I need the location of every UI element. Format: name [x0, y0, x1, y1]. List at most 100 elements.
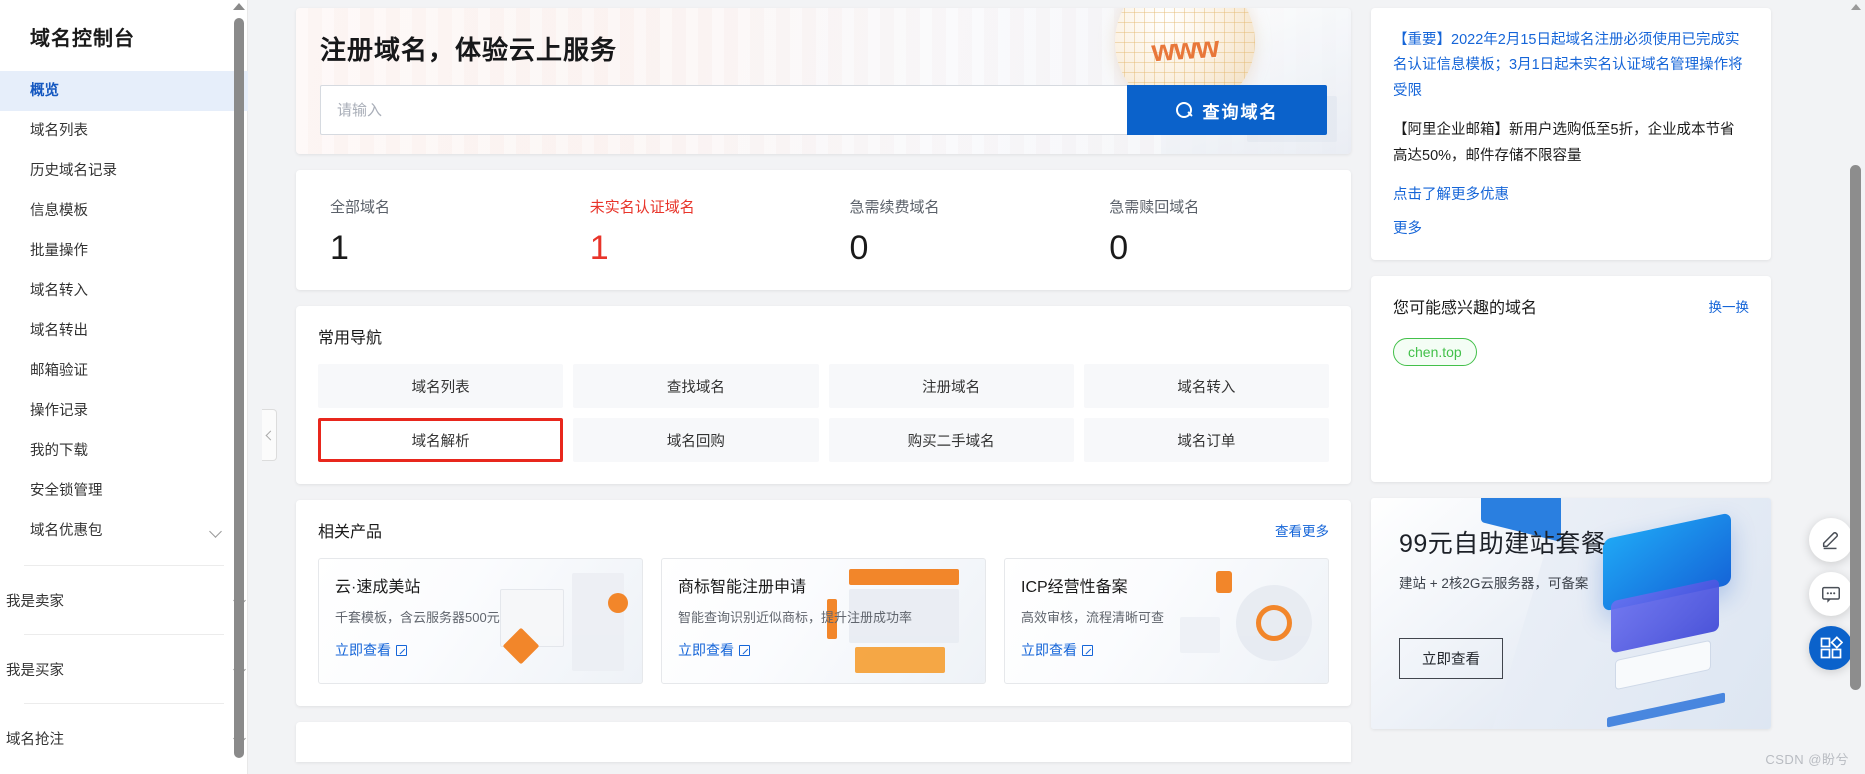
product-view-link[interactable]: 立即查看	[1021, 640, 1093, 660]
sidebar-item-label: 域名优惠包	[30, 523, 103, 539]
product-view-link-label: 立即查看	[1021, 642, 1077, 658]
common-navigation-card: 常用导航 域名列表 查找域名 注册域名 域名转入 域名解析 域名回购 购买二手域…	[296, 306, 1351, 484]
sidebar-divider	[24, 634, 224, 635]
sidebar-scroll-content: 域名控制台 概览 域名列表 历史域名记录 信息模板 批量操作 域名转入 域名转出	[0, 0, 248, 774]
related-products-grid: 云·速成美站 千套模板，含云服务器500元 立即查看 商标智能注册申请 智能查询…	[318, 558, 1329, 684]
sidebar-collapse-handle[interactable]	[262, 409, 277, 461]
chevron-down-icon	[210, 524, 224, 538]
sidebar-item-discount-package[interactable]: 域名优惠包	[0, 511, 248, 551]
stat-renewal-needed[interactable]: 急需续费域名 0	[824, 196, 1084, 265]
promo-view-button[interactable]: 立即查看	[1399, 637, 1503, 679]
nav-cell-label: 域名解析	[411, 433, 470, 450]
learn-more-discounts-link[interactable]: 点击了解更多优惠	[1393, 183, 1749, 204]
sidebar-item-label: 批量操作	[30, 243, 88, 259]
refresh-suggestions-link[interactable]: 换一换	[1709, 296, 1750, 316]
stat-unverified-domains[interactable]: 未实名认证域名 1	[564, 196, 824, 265]
scroll-up-arrow-icon[interactable]	[233, 3, 245, 10]
feedback-button[interactable]	[1809, 518, 1853, 562]
nav-transfer-in[interactable]: 域名转入	[1083, 364, 1329, 408]
product-subtitle: 高效审核，流程清晰可查	[1021, 610, 1165, 625]
suggested-domain-chip[interactable]: chen.top	[1393, 337, 1477, 366]
external-link-icon	[396, 644, 407, 656]
nav-domain-list[interactable]: 域名列表	[318, 364, 564, 408]
stat-redemption-needed[interactable]: 急需赎回域名 0	[1083, 196, 1343, 265]
common-navigation-title: 常用导航	[318, 324, 1329, 348]
sidebar-item-transfer-in[interactable]: 域名转入	[0, 271, 248, 311]
main-scrollbar-thumb[interactable]	[1850, 165, 1861, 690]
nav-domain-buyback[interactable]: 域名回购	[573, 418, 819, 462]
product-card-icp-filing[interactable]: ICP经营性备案 高效审核，流程清晰可查 立即查看	[1004, 558, 1329, 684]
stat-label: 急需赎回域名	[1109, 198, 1200, 216]
product-subtitle: 千套模板，含云服务器500元	[335, 610, 500, 625]
sidebar-item-label: 邮箱验证	[30, 363, 88, 379]
sidebar-group-buyer[interactable]: 我是买家	[0, 649, 248, 689]
product-title: 云·速成美站	[335, 579, 421, 596]
panel-title-text: 相关产品	[318, 524, 383, 541]
search-icon	[1175, 101, 1193, 119]
nav-find-domain[interactable]: 查找域名	[573, 364, 819, 408]
sidebar-item-domain-list[interactable]: 域名列表	[0, 111, 248, 151]
domain-stats-card: 全部域名 1 未实名认证域名 1 急需续费域名 0 急需赎回域名 0	[296, 170, 1351, 290]
sidebar-item-label: 概览	[30, 83, 59, 99]
sidebar-item-my-downloads[interactable]: 我的下载	[0, 431, 248, 471]
sidebar-item-label: 域名转出	[30, 323, 88, 339]
right-column: 【重要】2022年2月15日起域名注册必须使用已完成实名认证信息模板；3月1日起…	[1371, 8, 1771, 774]
apps-button[interactable]	[1809, 626, 1853, 670]
suggested-domains-card: 您可能感兴趣的域名 换一换 chen.top	[1371, 275, 1771, 482]
announcement-important[interactable]: 【重要】2022年2月15日起域名注册必须使用已完成实名认证信息模板；3月1日起…	[1393, 28, 1749, 104]
hero-body: 注册域名，体验云上服务 查询域名	[296, 8, 1351, 135]
main-scrollbar[interactable]	[1849, 0, 1863, 774]
nav-register-domain[interactable]: 注册域名	[828, 364, 1074, 408]
next-section-card-partial	[296, 722, 1351, 762]
nav-domain-orders[interactable]: 域名订单	[1083, 418, 1329, 462]
main-column: www 注册域名，体验云上服务 查询域名	[296, 8, 1351, 774]
sidebar-item-history-records[interactable]: 历史域名记录	[0, 151, 248, 191]
sidebar-item-email-verify[interactable]: 邮箱验证	[0, 351, 248, 391]
product-card-website-builder[interactable]: 云·速成美站 千套模板，含云服务器500元 立即查看	[318, 558, 643, 684]
stat-label: 急需续费域名	[849, 198, 940, 216]
domain-search-input[interactable]	[320, 85, 1127, 135]
product-view-link[interactable]: 立即查看	[335, 640, 407, 660]
product-title: 商标智能注册申请	[678, 579, 807, 596]
product-view-link[interactable]: 立即查看	[678, 640, 750, 660]
sidebar-item-security-lock[interactable]: 安全锁管理	[0, 471, 248, 511]
chat-button[interactable]	[1809, 572, 1853, 616]
stat-all-domains[interactable]: 全部域名 1	[304, 196, 564, 265]
sidebar-scrollbar-thumb[interactable]	[233, 18, 244, 758]
panel-title-text: 常用导航	[318, 330, 383, 347]
view-more-products-link[interactable]: 查看更多	[1275, 520, 1329, 540]
sidebar-group-label: 域名抢注	[6, 731, 64, 748]
sidebar-title: 域名控制台	[30, 28, 135, 50]
domain-search-button-label: 查询域名	[1202, 102, 1279, 122]
promo-title: 99元自助建站套餐	[1399, 529, 1607, 558]
domain-search-button[interactable]: 查询域名	[1127, 85, 1327, 135]
sidebar-group-backorder[interactable]: 域名抢注	[0, 718, 248, 758]
sidebar-item-overview[interactable]: 概览	[0, 71, 248, 111]
watermark: CSDN @盼兮	[1765, 752, 1849, 767]
promo-subtitle: 建站 + 2核2G云服务器，可备案	[1399, 575, 1589, 591]
sidebar-item-label: 域名转入	[30, 283, 88, 299]
sidebar-item-operation-log[interactable]: 操作记录	[0, 391, 248, 431]
external-link-icon	[739, 644, 750, 656]
sidebar-divider	[24, 703, 224, 704]
sidebar-group-label: 我是买家	[6, 662, 64, 679]
stat-value: 0	[1109, 228, 1129, 267]
sidebar-group-seller[interactable]: 我是卖家	[0, 580, 248, 620]
sidebar-item-batch-operation[interactable]: 批量操作	[0, 231, 248, 271]
promo-banner-website-package[interactable]: 99元自助建站套餐 建站 + 2核2G云服务器，可备案 立即查看	[1371, 497, 1771, 729]
nav-domain-resolution[interactable]: 域名解析	[318, 418, 564, 462]
scroll-up-arrow-icon[interactable]	[1851, 4, 1861, 10]
nav-cell-label: 域名转入	[1177, 379, 1236, 396]
nav-buy-secondhand-domain[interactable]: 购买二手域名	[828, 418, 1074, 462]
sidebar-item-label: 域名列表	[30, 123, 88, 139]
external-link-icon	[1082, 644, 1093, 656]
stat-label: 未实名认证域名	[589, 198, 695, 216]
sidebar-item-info-template[interactable]: 信息模板	[0, 191, 248, 231]
product-card-trademark[interactable]: 商标智能注册申请 智能查询识别近似商标，提升注册成功率 立即查看	[661, 558, 986, 684]
product-view-link-label: 立即查看	[335, 642, 391, 658]
more-announcements-link[interactable]: 更多	[1393, 217, 1749, 238]
sidebar-scrollbar[interactable]	[232, 0, 245, 774]
nav-cell-label: 注册域名	[922, 379, 981, 396]
stat-label: 全部域名	[330, 198, 391, 216]
sidebar-item-transfer-out[interactable]: 域名转出	[0, 311, 248, 351]
